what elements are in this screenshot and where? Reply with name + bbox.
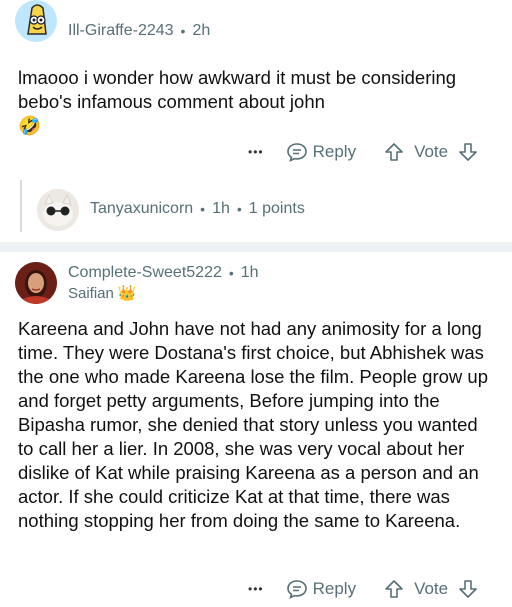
downvote-arrow-icon — [459, 580, 477, 598]
portrait-avatar-icon — [15, 262, 57, 304]
comment1-text: lmaooo i wonder how awkward it must be c… — [18, 67, 457, 112]
comment1-body: lmaooo i wonder how awkward it must be c… — [18, 66, 498, 138]
comment1-actions: ••• Reply Vote — [248, 141, 478, 163]
downvote-arrow-icon — [459, 143, 477, 161]
comment2-time: 1h — [240, 264, 259, 281]
comment2-reply-button[interactable]: Reply — [286, 578, 356, 600]
upvote-arrow-icon — [385, 580, 403, 598]
comment1-vote-label: Vote — [414, 142, 449, 161]
upvote-arrow-icon — [385, 143, 403, 161]
comment2-flair: Saifian 👑 — [68, 284, 137, 303]
separator-dot: • — [228, 265, 234, 281]
comment-divider — [0, 242, 512, 252]
reply1-points: 1 points — [248, 200, 305, 217]
flair-text: Saifian — [68, 284, 114, 302]
rofl-emoji: 🤣 — [18, 115, 42, 136]
avatar-ill-giraffe[interactable] — [15, 0, 57, 42]
comment2-actions: ••• Reply Vote — [248, 578, 478, 600]
comment2-upvote-button[interactable] — [384, 579, 404, 599]
comment1-reply-label: Reply — [312, 142, 357, 161]
reply-icon — [286, 580, 307, 600]
crown-emoji: 👑 — [117, 285, 137, 302]
separator-dot: • — [236, 201, 242, 217]
reply1-meta: Tanyaxunicorn • 1h • 1 points — [90, 200, 305, 218]
comment2-vote-label: Vote — [414, 579, 449, 598]
comment1-time: 2h — [192, 22, 211, 39]
comment2-more-button[interactable]: ••• — [248, 582, 264, 596]
comment2-downvote-button[interactable] — [458, 579, 478, 599]
banana-avatar-icon — [15, 0, 57, 42]
comment1-reply-button[interactable]: Reply — [286, 141, 356, 163]
reply1-time: 1h — [212, 200, 230, 217]
avatar-complete-sweet[interactable] — [15, 262, 57, 304]
comment1-meta: Ill-Giraffe-2243 • 2h — [68, 22, 210, 40]
comment1-downvote-button[interactable] — [458, 142, 478, 162]
comment2-reply-label: Reply — [312, 579, 357, 598]
separator-dot: • — [180, 23, 186, 39]
comment1-username[interactable]: Ill-Giraffe-2243 — [68, 22, 174, 40]
thread-line — [20, 180, 22, 232]
reply-icon — [286, 143, 307, 163]
comment2-username[interactable]: Complete-Sweet5222 — [68, 264, 222, 282]
comment1-upvote-button[interactable] — [384, 142, 404, 162]
avatar-tanyaxunicorn[interactable] — [37, 189, 79, 231]
comment1-more-button[interactable]: ••• — [248, 145, 264, 159]
cat-avatar-icon — [37, 189, 79, 231]
comment2-meta: Complete-Sweet5222 • 1h — [68, 264, 259, 282]
separator-dot: • — [200, 201, 206, 217]
comment2-body: Kareena and John have not had any animos… — [18, 318, 488, 531]
reply1-username[interactable]: Tanyaxunicorn — [90, 200, 193, 218]
